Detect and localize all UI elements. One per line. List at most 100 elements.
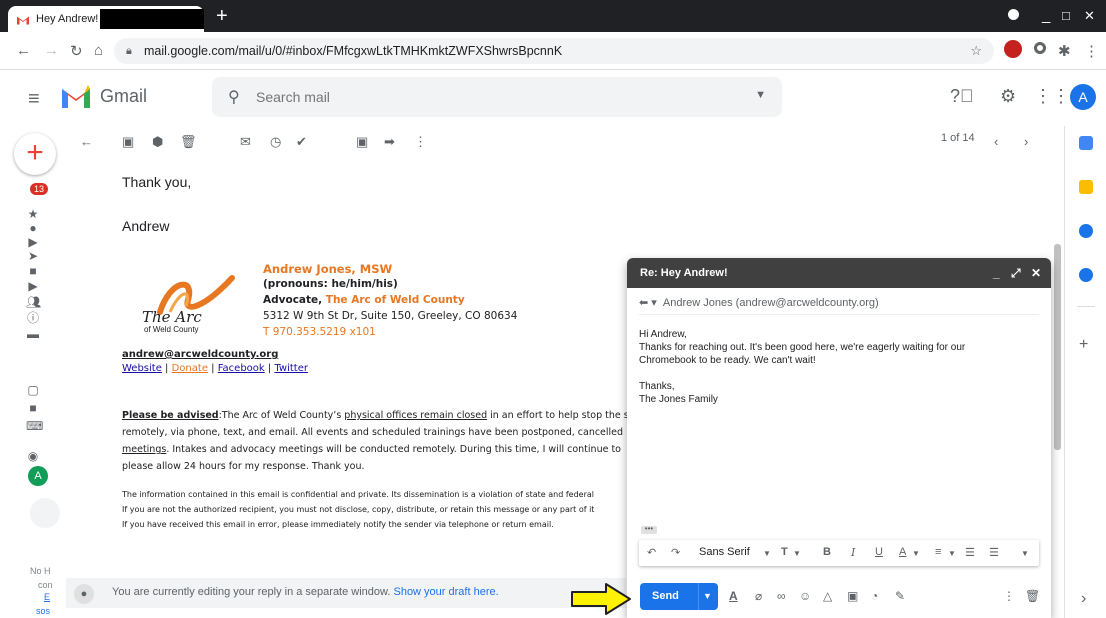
main-menu-icon[interactable]: ≡ (28, 88, 40, 111)
tasks-icon[interactable] (1079, 224, 1093, 238)
compose-button[interactable]: + (14, 133, 56, 175)
contacts-icon[interactable]: 👥︎ (26, 296, 41, 308)
chrome-menu-icon[interactable]: ⋮ (1084, 42, 1099, 60)
get-addons-icon[interactable]: + (1079, 336, 1088, 354)
label-icon[interactable]: ▶ (26, 280, 40, 292)
compose-minimize-icon[interactable]: _ (993, 258, 1000, 288)
undo-icon[interactable]: ↶ (647, 546, 656, 559)
message-scrollbar[interactable] (1054, 244, 1061, 450)
discard-draft-icon[interactable]: 🗑︎ (1025, 589, 1040, 603)
text-color-icon[interactable]: A (899, 546, 906, 558)
insert-link-icon[interactable]: ∞ (777, 589, 786, 603)
twitter-link[interactable]: Twitter (274, 363, 308, 374)
website-link[interactable]: Website (122, 363, 162, 374)
meetings-link[interactable]: meetings (122, 444, 166, 455)
back-to-inbox-icon[interactable]: ← (80, 134, 93, 149)
formatting-options-icon[interactable]: A (729, 589, 738, 603)
signature-email[interactable]: andrew@arcweldcounty.org (122, 349, 278, 360)
older-icon[interactable]: › (1024, 134, 1028, 149)
important-icon[interactable]: ▶ (26, 236, 40, 248)
rail-text-3[interactable]: E (44, 592, 50, 602)
contacts-panel-icon[interactable] (1079, 268, 1093, 282)
forward-icon[interactable]: → (44, 42, 59, 59)
facebook-link[interactable]: Facebook (218, 363, 265, 374)
address-bar[interactable]: 🔒︎ mail.google.com/mail/u/0/#inbox/FMfcg… (114, 38, 994, 64)
extension-ring-icon[interactable] (1034, 42, 1046, 54)
drafts-icon[interactable]: ■ (26, 265, 40, 277)
send-button[interactable]: Send ▼ (640, 583, 718, 610)
confidential-mode-icon[interactable]: ◔ (871, 589, 878, 603)
inbox-unread-badge[interactable]: 13 (30, 183, 49, 195)
italic-icon[interactable]: I (851, 546, 855, 559)
search-options-icon[interactable]: ▼ (755, 89, 766, 101)
keyboard-icon[interactable]: ⌨ (26, 420, 43, 432)
profile-dot-icon[interactable] (1008, 9, 1019, 20)
settings-gear-icon[interactable]: ⚙ (1000, 86, 1016, 107)
account-avatar[interactable]: A (1070, 84, 1096, 110)
offices-closed-link[interactable]: physical offices remain closed (344, 410, 487, 421)
minimize-button[interactable]: _ (1042, 7, 1050, 24)
maximize-button[interactable]: □ (1062, 8, 1070, 23)
extension-icon[interactable] (1004, 40, 1022, 58)
align-dropdown-icon[interactable]: ▼ (948, 549, 956, 558)
font-select[interactable]: Sans Serif (699, 546, 750, 558)
newer-icon[interactable]: ‹ (994, 134, 998, 149)
close-window-button[interactable]: ✕ (1084, 8, 1095, 24)
search-icon[interactable]: ⚲ (228, 87, 240, 107)
search-bar[interactable]: ⚲ ▼ (212, 77, 782, 117)
show-draft-link[interactable]: Show your draft here. (393, 586, 498, 598)
gmail-logo-icon[interactable] (60, 84, 92, 108)
archive-icon[interactable]: ▣ (122, 134, 134, 150)
compose-header[interactable]: Re: Hey Andrew! _ ⤢ ✕ (627, 258, 1051, 288)
font-size-icon[interactable]: T (781, 546, 788, 558)
show-side-panel-icon[interactable]: › (1081, 590, 1086, 608)
attach-icon[interactable]: ⌀ (755, 589, 762, 603)
redo-icon[interactable]: ↷ (671, 546, 680, 559)
schedule-send-icon[interactable]: ▼ (703, 591, 712, 601)
calendar-icon[interactable] (1079, 136, 1093, 150)
back-icon[interactable]: ← (16, 42, 31, 59)
chat-icon[interactable]: ▬ (26, 328, 40, 340)
home-icon[interactable]: ⌂ (94, 42, 103, 59)
move-to-icon[interactable]: ▣ (356, 134, 368, 150)
puzzle-icon[interactable]: ✱ (1058, 42, 1071, 60)
delete-icon[interactable]: 🗑︎ (180, 134, 197, 150)
emoji-icon[interactable]: ☺ (799, 589, 811, 603)
reload-icon[interactable]: ↻ (70, 42, 83, 60)
snoozed-icon[interactable]: ● (26, 222, 40, 234)
bold-icon[interactable]: B (823, 546, 831, 558)
video-icon[interactable]: ■ (26, 402, 40, 414)
labels-icon[interactable]: ➡ (384, 134, 395, 150)
compose-recipient-row[interactable]: ⬅ ▾ Andrew Jones (andrew@arcweldcounty.o… (639, 296, 879, 309)
more-options-icon[interactable]: ⋮ (1003, 589, 1015, 603)
show-trimmed-content-icon[interactable]: ••• (641, 525, 657, 534)
room-icon[interactable]: ▢ (26, 384, 40, 396)
text-color-dropdown-icon[interactable]: ▼ (912, 549, 920, 558)
bulleted-list-icon[interactable]: ☰ (989, 546, 999, 559)
search-input[interactable] (256, 77, 736, 117)
underline-icon[interactable]: U (875, 546, 883, 558)
compose-body[interactable]: Hi Andrew, Thanks for reaching out. It's… (639, 328, 1029, 406)
info-icon[interactable]: ⓘ (26, 312, 40, 324)
compose-expand-icon[interactable]: ⤢ (1011, 258, 1021, 288)
more-formatting-icon[interactable]: ▼ (1021, 549, 1029, 558)
mark-unread-icon[interactable]: ✉ (240, 134, 251, 150)
more-actions-icon[interactable]: ⋮ (414, 134, 427, 150)
drive-icon[interactable]: △ (823, 589, 832, 603)
star-icon[interactable]: ☆ (970, 38, 982, 64)
rail-text-4[interactable]: sos (36, 606, 50, 616)
align-icon[interactable]: ≡ (935, 546, 941, 558)
reply-type-icon[interactable]: ⬅ ▾ (639, 297, 657, 309)
compose-close-icon[interactable]: ✕ (1031, 258, 1041, 288)
help-icon[interactable]: ?⃝ (950, 86, 974, 107)
report-spam-icon[interactable]: ⬢ (152, 134, 163, 150)
numbered-list-icon[interactable]: ☰ (965, 546, 975, 559)
font-size-dropdown-icon[interactable]: ▼ (793, 549, 801, 558)
hangouts-icon[interactable]: ◉ (26, 450, 40, 462)
signature-pen-icon[interactable]: ✎ (895, 589, 905, 603)
add-task-icon[interactable]: ✔ (296, 134, 307, 150)
starred-icon[interactable]: ★ (26, 208, 40, 220)
font-dropdown-icon[interactable]: ▼ (763, 549, 771, 558)
new-tab-button[interactable]: + (216, 6, 228, 26)
donate-link[interactable]: Donate (172, 363, 208, 374)
